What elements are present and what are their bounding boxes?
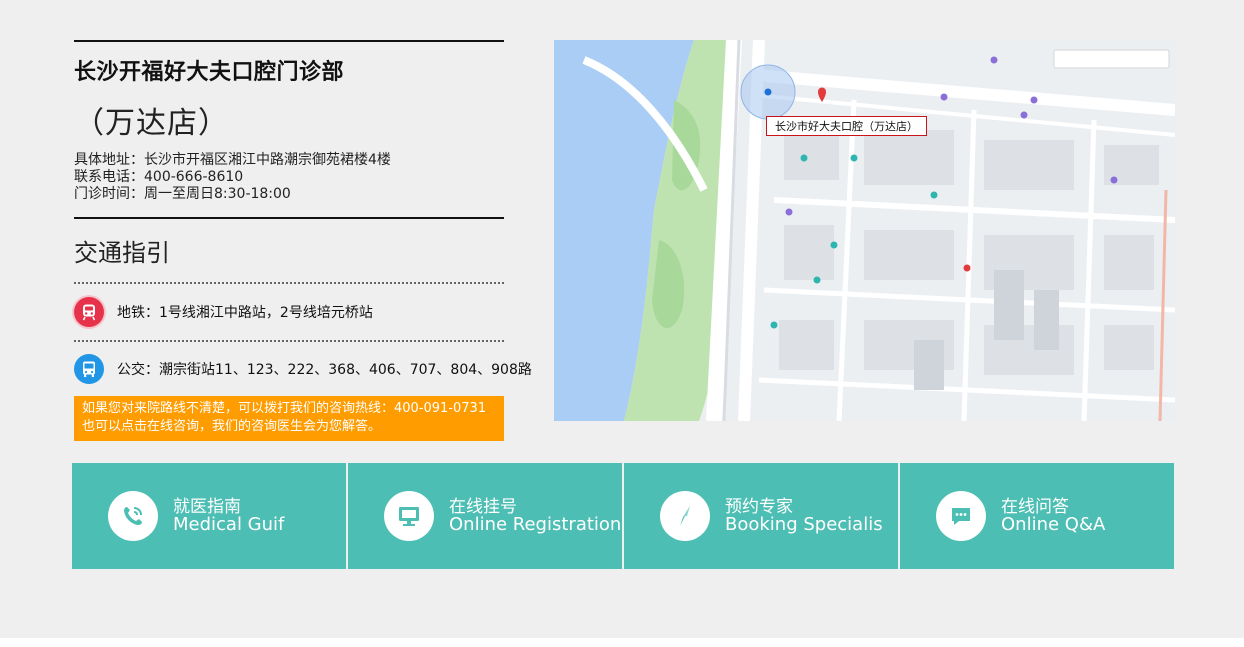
chat-icon <box>936 491 986 541</box>
map-canvas <box>554 40 1175 421</box>
action-label-en: Online Registration <box>449 514 622 535</box>
section-divider <box>74 217 504 219</box>
consult-notice[interactable]: 如果您对来院路线不清楚，可以拨打我们的咨询热线：400-091-0731 也可以… <box>74 396 504 441</box>
top-divider <box>74 40 504 42</box>
traffic-title: 交通指引 <box>74 239 170 267</box>
action-label-en: Medical Guif <box>173 514 285 535</box>
bus-text: 公交：潮宗街站11、123、222、368、406、707、804、908路 <box>117 362 532 378</box>
clinic-details: 具体地址：长沙市开福区湘江中路潮宗御苑裙楼4楼 联系电话：400-666-861… <box>74 152 504 203</box>
location-map[interactable]: 长沙市好大夫口腔（万达店） <box>554 40 1175 421</box>
map-toolbar <box>1053 49 1170 69</box>
clinic-hours: 门诊时间：周一至周日8:30-18:00 <box>74 186 291 202</box>
compass-icon <box>660 491 710 541</box>
online-qa-button[interactable]: 在线问答 Online Q&A <box>900 463 1174 569</box>
subway-icon <box>74 297 104 327</box>
bus-icon <box>74 354 104 384</box>
phone-icon <box>108 491 158 541</box>
clinic-info-panel: 长沙开福好大夫口腔门诊部 （万达店） 具体地址：长沙市开福区湘江中路潮宗御苑裙楼… <box>74 40 532 441</box>
monitor-icon <box>384 491 434 541</box>
bus-row: 公交：潮宗街站11、123、222、368、406、707、804、908路 <box>74 342 532 396</box>
notice-line-2: 也可以点击在线咨询，我们的咨询医生会为您解答。 <box>82 419 382 434</box>
booking-specialist-button[interactable]: 预约专家 Booking Specialis <box>624 463 898 569</box>
map-pin-label: 长沙市好大夫口腔（万达店） <box>766 116 927 136</box>
action-bar: 就医指南 Medical Guif 在线挂号 Online Registrati… <box>72 463 1174 569</box>
clinic-branch: （万达店） <box>74 106 229 141</box>
notice-line-1: 如果您对来院路线不清楚，可以拨打我们的咨询热线：400-091-0731 <box>82 401 487 416</box>
clinic-name: 长沙开福好大夫口腔门诊部 <box>74 60 345 85</box>
subway-text: 地铁：1号线湘江中路站，2号线培元桥站 <box>117 305 373 321</box>
page-bottom-strip <box>0 638 1244 647</box>
online-registration-button[interactable]: 在线挂号 Online Registration <box>348 463 622 569</box>
medical-guide-button[interactable]: 就医指南 Medical Guif <box>72 463 346 569</box>
action-label-en: Online Q&A <box>1001 514 1106 535</box>
clinic-phone: 联系电话：400-666-8610 <box>74 169 244 185</box>
action-label-en: Booking Specialis <box>725 514 883 535</box>
clinic-address: 具体地址：长沙市开福区湘江中路潮宗御苑裙楼4楼 <box>74 152 391 168</box>
subway-row: 地铁：1号线湘江中路站，2号线培元桥站 <box>74 284 504 340</box>
